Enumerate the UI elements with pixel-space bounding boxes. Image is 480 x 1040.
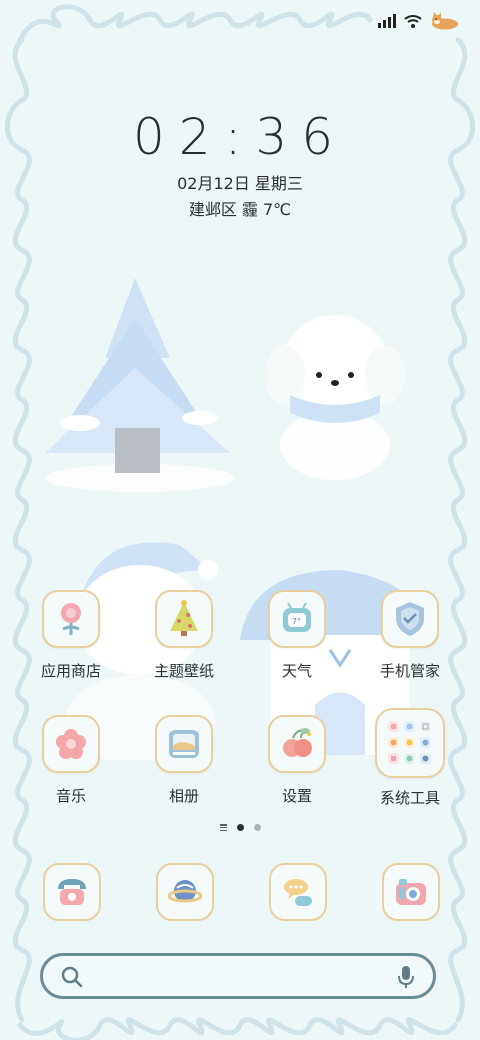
app-label: 音乐 xyxy=(55,787,86,805)
browser-planet-icon[interactable] xyxy=(156,863,214,921)
app-label: 应用商店 xyxy=(40,662,101,680)
app-天气[interactable]: 7° 天气 xyxy=(242,590,352,681)
app-store-flower-icon[interactable] xyxy=(42,590,100,648)
weather-tv-icon[interactable]: 7° xyxy=(268,590,326,648)
search-icon[interactable] xyxy=(61,966,83,992)
settings-cherry-icon[interactable] xyxy=(268,715,326,773)
app-设置[interactable]: 设置 xyxy=(242,715,352,806)
puppy-illustration xyxy=(265,315,405,480)
messages-bubble-icon[interactable] xyxy=(269,863,327,921)
app-label: 手机管家 xyxy=(379,662,440,680)
microphone-icon[interactable] xyxy=(397,965,415,993)
system-tools-folder-icon[interactable] xyxy=(375,708,445,778)
status-bar xyxy=(378,10,460,32)
search-bar[interactable] xyxy=(40,953,436,999)
page-dot-2[interactable] xyxy=(253,824,261,831)
phone-icon[interactable] xyxy=(43,863,101,921)
app-label: 设置 xyxy=(281,787,312,805)
app-音乐[interactable]: 音乐 xyxy=(16,715,126,806)
page-dot-1[interactable] xyxy=(236,824,244,831)
home-feed-indicator-icon[interactable] xyxy=(219,824,227,831)
signal-bars-icon xyxy=(378,14,396,28)
app-label: 主题壁纸 xyxy=(153,662,214,680)
app-手机管家[interactable]: 手机管家 xyxy=(355,590,465,681)
wifi-icon xyxy=(404,14,422,28)
clock-date[interactable]: 02月12日 星期三 xyxy=(0,170,480,194)
app-相册[interactable]: 相册 xyxy=(129,715,239,806)
app-label: 系统工具 xyxy=(379,789,440,807)
camera-icon[interactable] xyxy=(382,863,440,921)
app-label: 天气 xyxy=(281,662,312,680)
weather-summary[interactable]: 建邺区 霾 7℃ xyxy=(0,196,480,220)
shiba-battery-icon xyxy=(430,12,460,30)
gallery-photo-icon[interactable] xyxy=(155,715,213,773)
shield-check-icon[interactable] xyxy=(381,590,439,648)
theme-tree-icon[interactable] xyxy=(155,590,213,648)
app-label: 相册 xyxy=(168,787,199,805)
svg-text:7°: 7° xyxy=(292,617,301,626)
folder-系统工具[interactable]: 系统工具 xyxy=(355,708,465,808)
app-主题壁纸[interactable]: 主题壁纸 xyxy=(129,590,239,681)
music-flower-icon[interactable] xyxy=(42,715,100,773)
app-应用商店[interactable]: 应用商店 xyxy=(16,590,126,681)
christmas-tree-illustration xyxy=(45,278,235,492)
clock-time[interactable]: 02:36 xyxy=(0,108,480,166)
page-indicator[interactable] xyxy=(0,824,480,831)
